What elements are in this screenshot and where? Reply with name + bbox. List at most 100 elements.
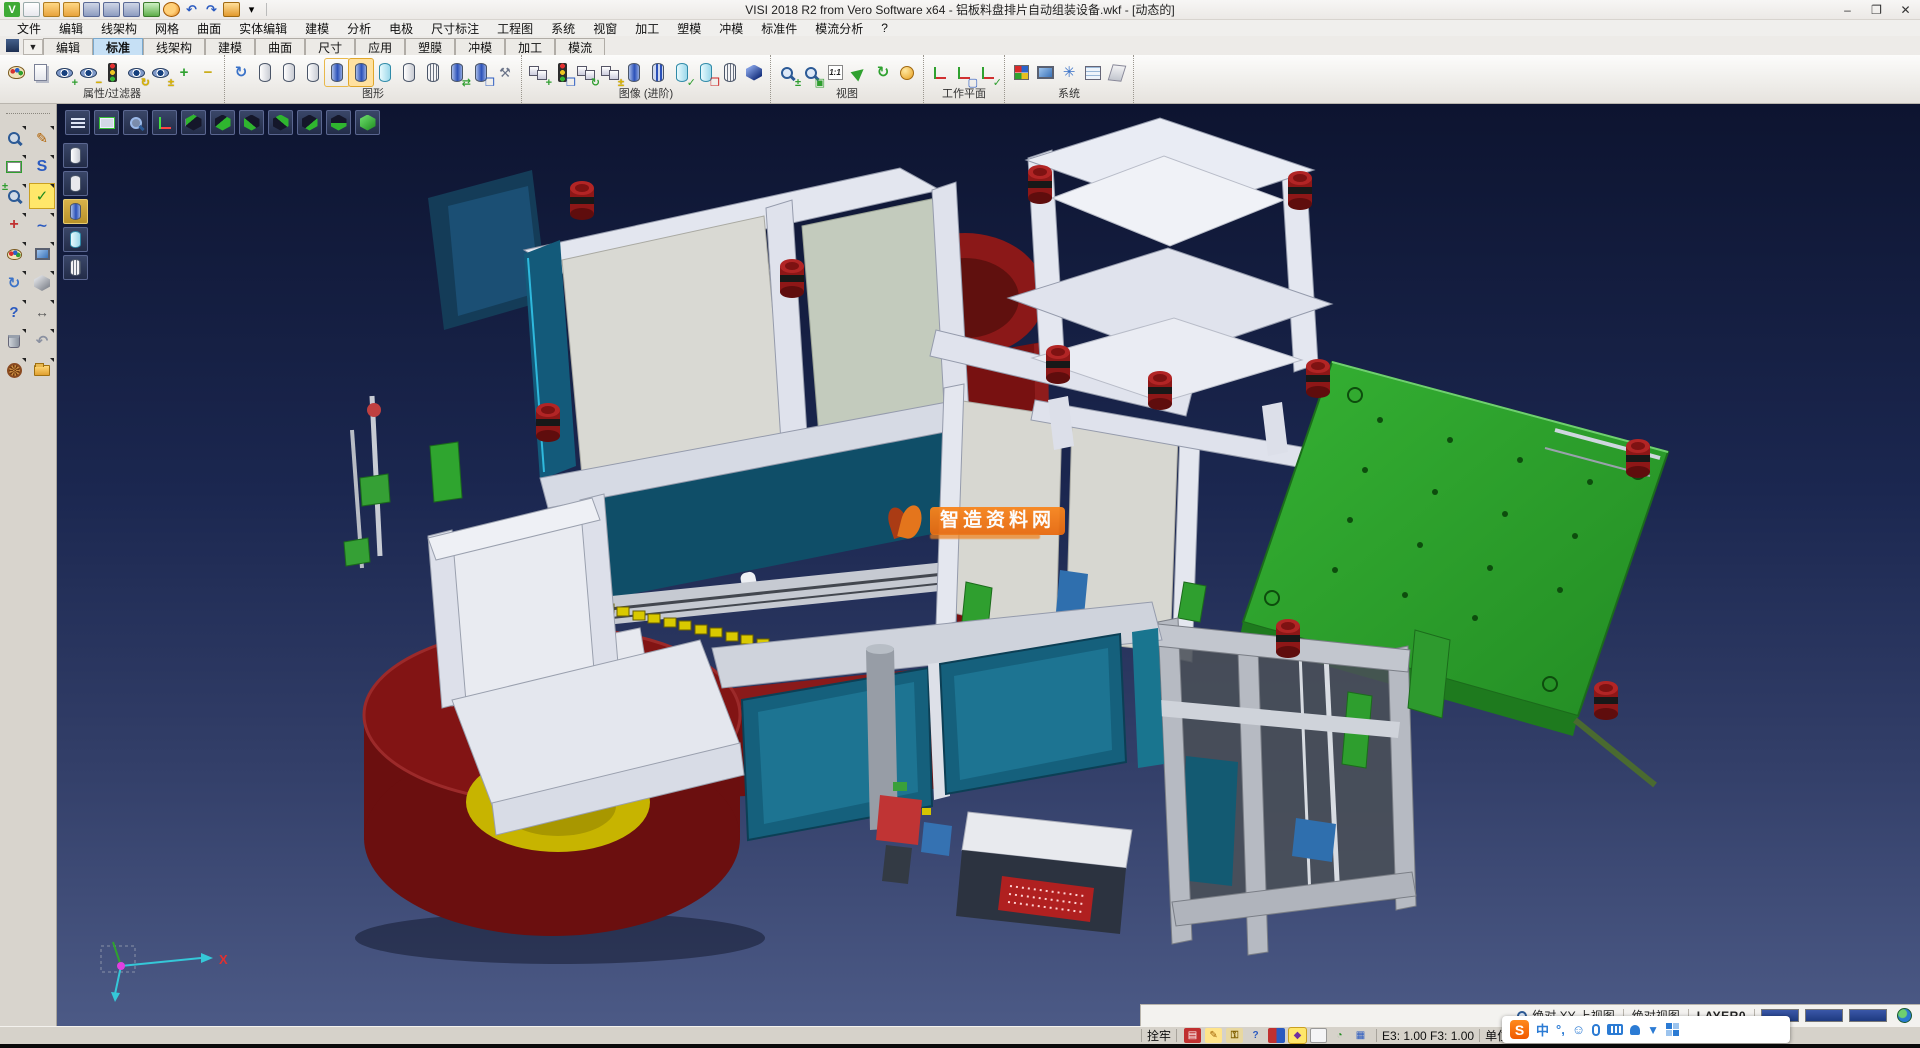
palette-brush-icon[interactable] [2, 242, 26, 266]
globe-icon[interactable] [1897, 1008, 1912, 1023]
menu-item-edit[interactable]: 编辑 [50, 20, 92, 37]
menu-item-standard-parts[interactable]: 标准件 [752, 20, 806, 37]
cylinder-wireframe-1-icon[interactable] [253, 59, 277, 86]
menu-item-drawing[interactable]: 工程图 [488, 20, 542, 37]
tab-surface[interactable]: 曲面 [255, 38, 305, 55]
menu-item-electrode[interactable]: 电极 [380, 20, 422, 37]
emoji-smiley-icon[interactable]: ☺ [1572, 1022, 1585, 1037]
redo-icon[interactable]: ↷ [203, 2, 220, 17]
solids-add-plus-icon[interactable]: + [526, 59, 550, 86]
system-star-icon[interactable]: ✳ [1057, 59, 1081, 86]
add-plus-icon[interactable]: + [172, 59, 196, 86]
soft-keyboard-icon[interactable] [1607, 1024, 1623, 1035]
color-swatch-2[interactable] [1805, 1009, 1843, 1022]
menu-item-progress[interactable]: 冲模 [710, 20, 752, 37]
clock-green-icon[interactable]: ◔ [1331, 1028, 1348, 1043]
tab-standard[interactable]: 标准 [93, 38, 143, 55]
view-cube-iso-wire-icon[interactable] [181, 110, 206, 135]
options-flame-icon[interactable] [223, 2, 240, 17]
render-translucent-icon[interactable] [63, 227, 88, 252]
microphone-icon[interactable] [1592, 1024, 1600, 1036]
undo-arrow-icon[interactable]: ↶ [30, 329, 54, 353]
view-menu-hamburger-icon[interactable] [65, 110, 90, 135]
solids-traffic-light-icon[interactable]: ❐ [550, 59, 574, 86]
system-grid-table-icon[interactable] [1081, 59, 1105, 86]
confirm-check-icon[interactable]: ✓ [30, 184, 54, 208]
view-cube-bottom-icon[interactable] [210, 110, 235, 135]
graphics-tools-wrench-icon[interactable]: ⚒ [493, 59, 517, 86]
undo-icon[interactable]: ↶ [183, 2, 200, 17]
cylinder-copy-orange-icon[interactable]: ❐ [694, 59, 718, 86]
blue-window-icon[interactable] [30, 242, 54, 266]
workplane-axes-red-green-icon[interactable] [928, 59, 952, 86]
refresh-blue-icon[interactable]: ↻ [2, 271, 26, 295]
shaded-cube-navy-icon[interactable] [742, 59, 766, 86]
hide-entities-eye-minus-icon[interactable]: − [76, 59, 100, 86]
color-swatch-3[interactable] [1849, 1009, 1887, 1022]
view-cube-right-icon[interactable] [268, 110, 293, 135]
menu-item-mesh[interactable]: 网格 [146, 20, 188, 37]
save-as-icon[interactable] [103, 2, 120, 17]
menu-item-solid-edit[interactable]: 实体编辑 [230, 20, 296, 37]
render-hatched-icon[interactable] [63, 255, 88, 280]
export-device-icon[interactable] [143, 2, 160, 17]
remove-minus-icon[interactable]: − [196, 59, 220, 86]
cylinder-hatched-icon[interactable] [421, 59, 445, 86]
cylinder-copy-icon[interactable]: ❐ [469, 59, 493, 86]
triad-move-icon[interactable]: + [2, 213, 26, 237]
toolbox-grid-icon[interactable] [1666, 1023, 1679, 1036]
grid-blue-icon[interactable]: ▦ [1352, 1028, 1369, 1043]
view-cube-solid-icon[interactable] [355, 110, 380, 135]
menu-item-window[interactable]: 视窗 [584, 20, 626, 37]
view-orientation-face-icon[interactable] [895, 59, 919, 86]
cylinder-shaded-selected-icon[interactable] [349, 59, 373, 86]
cylinder-wire-icon[interactable] [718, 59, 742, 86]
sogou-logo-icon[interactable]: S [1510, 1020, 1529, 1039]
menu-item-system[interactable]: 系统 [542, 20, 584, 37]
tab-die[interactable]: 冲模 [455, 38, 505, 55]
page-white-icon[interactable] [1310, 1028, 1327, 1043]
curve-pencil-icon[interactable]: S [30, 155, 54, 179]
tab-edit[interactable]: 编辑 [43, 38, 93, 55]
navigation-wheel-icon[interactable] [2, 358, 26, 382]
cylinder-wireframe-2-icon[interactable] [277, 59, 301, 86]
attributes-palette-icon[interactable] [4, 59, 28, 86]
menu-item-wireframe[interactable]: 线架构 [92, 20, 146, 37]
refresh-wireframe-icon[interactable]: ↻ [229, 59, 253, 86]
question-help-icon[interactable]: ? [2, 300, 26, 324]
menu-item-flow-analysis[interactable]: 模流分析 [806, 20, 872, 37]
measure-distance-icon[interactable]: ↔ [30, 300, 54, 324]
delete-trash-icon[interactable] [2, 329, 26, 353]
minimize-button[interactable]: – [1833, 0, 1862, 19]
person-skin-icon[interactable] [1630, 1025, 1640, 1035]
tab-mould[interactable]: 塑膜 [405, 38, 455, 55]
edit-pen-yellow-icon[interactable]: ✎ [1205, 1028, 1222, 1043]
zoom-plus-minus-icon[interactable]: ± [2, 184, 26, 208]
menu-item-dimension[interactable]: 尺寸标注 [422, 20, 488, 37]
magnifier-edit-icon[interactable] [2, 126, 26, 150]
tab-machining[interactable]: 加工 [505, 38, 555, 55]
search-orange-icon[interactable] [163, 2, 180, 17]
refresh-visibility-eye-icon[interactable]: ↻ [124, 59, 148, 86]
zoom-window-icon[interactable]: ▣ [799, 59, 823, 86]
lock-label[interactable]: 拴牢 [1147, 1027, 1171, 1044]
freehand-curve-icon[interactable]: ∼ [30, 213, 54, 237]
menu-item-modeling[interactable]: 建模 [296, 20, 338, 37]
view-cube-left-icon[interactable] [239, 110, 264, 135]
copy-attributes-page-icon[interactable] [28, 59, 52, 86]
system-monitor-icon[interactable] [1033, 59, 1057, 86]
cylinder-shaded-blue-icon[interactable] [325, 59, 349, 86]
menu-item-help[interactable]: ? [872, 21, 897, 35]
sidebar-grip[interactable] [6, 106, 50, 114]
import-folder-icon[interactable] [63, 2, 80, 17]
render-shaded-icon[interactable] [63, 199, 88, 224]
zoom-plus-minus-icon[interactable]: ± [775, 59, 799, 86]
tab-dimension[interactable]: 尺寸 [305, 38, 355, 55]
quick-access-dropdown-icon[interactable]: ▾ [243, 2, 260, 17]
cylinder-light-icon[interactable] [397, 59, 421, 86]
zoom-arrow-icon[interactable] [847, 59, 871, 86]
toggle-visibility-eye-icon[interactable]: ± [148, 59, 172, 86]
triad-axes-icon[interactable] [152, 110, 177, 135]
clothes-shirt-icon[interactable]: ▼ [1647, 1023, 1659, 1037]
maximize-button[interactable]: ❐ [1862, 0, 1891, 19]
